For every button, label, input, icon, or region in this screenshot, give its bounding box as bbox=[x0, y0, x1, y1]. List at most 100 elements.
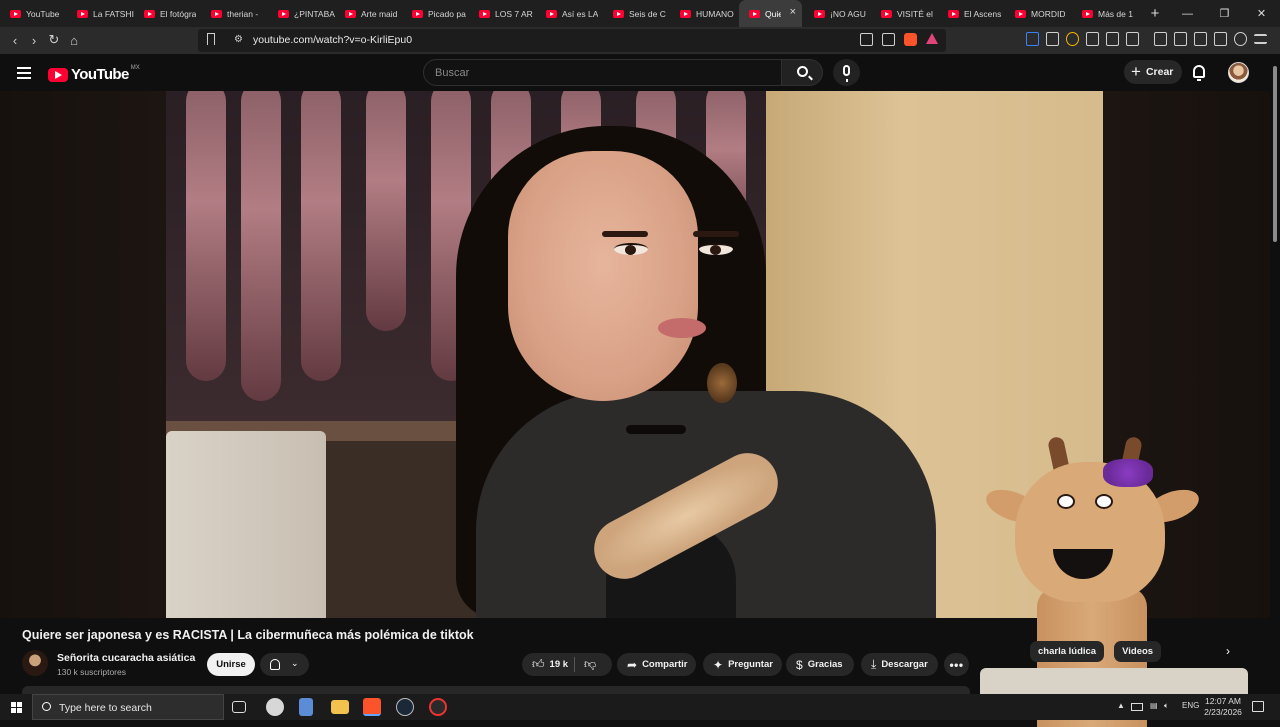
chip-videos[interactable]: Videos bbox=[1114, 640, 1162, 662]
windows-start-icon[interactable] bbox=[11, 702, 22, 713]
scrollbar-thumb[interactable] bbox=[1273, 66, 1277, 242]
download-button[interactable]: ⤓ Descargar bbox=[861, 653, 938, 676]
home-icon[interactable]: ⌂ bbox=[65, 31, 83, 49]
browser-tab[interactable]: Así es LA bbox=[536, 0, 603, 27]
browser-tab[interactable]: VISITÉ el bbox=[871, 0, 938, 27]
extensions-icon[interactable] bbox=[1086, 32, 1099, 46]
browser-tab[interactable]: HUMANO bbox=[670, 0, 737, 27]
tab-label: La FATSHI bbox=[93, 8, 134, 19]
reload-icon[interactable]: ↻ bbox=[45, 31, 63, 49]
tab-label: Picado pa bbox=[428, 8, 466, 19]
channel-avatar[interactable] bbox=[22, 650, 48, 676]
file-explorer-icon[interactable] bbox=[331, 700, 349, 714]
notification-center-icon[interactable] bbox=[1252, 701, 1264, 712]
network-icon[interactable]: ▤ bbox=[1150, 701, 1158, 710]
taskbar-search-input[interactable]: Type here to search bbox=[32, 694, 224, 720]
clock-date: 2/23/2026 bbox=[1204, 707, 1242, 717]
minimize-icon[interactable]: — bbox=[1169, 0, 1206, 27]
share-icon[interactable] bbox=[882, 33, 895, 46]
media-icon[interactable] bbox=[1154, 32, 1167, 46]
browser-tab[interactable]: therian - bbox=[201, 0, 268, 27]
tab-label: Quie bbox=[765, 8, 781, 19]
ask-button[interactable]: ✦ Preguntar bbox=[703, 653, 782, 676]
steam-icon[interactable] bbox=[396, 698, 414, 716]
notification-preferences-button[interactable]: ⌄ bbox=[260, 653, 309, 676]
chip-charla[interactable]: charla lúdica bbox=[1030, 640, 1105, 662]
browser-tab[interactable]: Arte maid bbox=[335, 0, 402, 27]
thanks-button[interactable]: $ Gracias bbox=[786, 653, 854, 676]
system-clock[interactable]: 12:07 AM 2/23/2026 bbox=[1200, 696, 1246, 718]
close-tab-icon[interactable]: × bbox=[790, 7, 796, 18]
browser-tab[interactable]: La FATSHI bbox=[67, 0, 134, 27]
account-avatar[interactable] bbox=[1228, 62, 1249, 83]
screenshot-icon[interactable] bbox=[1106, 32, 1119, 46]
browser-tab[interactable]: YouTube bbox=[0, 0, 67, 27]
browser-tab[interactable]: ¿PINTABA bbox=[268, 0, 335, 27]
browser-tab[interactable]: El fotógra bbox=[134, 0, 201, 27]
language-indicator[interactable]: ENG bbox=[1182, 701, 1199, 710]
thumbs-up-icon[interactable]: 👍︎ bbox=[532, 657, 545, 672]
app-icon[interactable] bbox=[429, 698, 447, 716]
downloads-icon[interactable] bbox=[1126, 32, 1139, 46]
description-box[interactable] bbox=[22, 686, 970, 694]
back-icon[interactable]: ‹ bbox=[6, 31, 24, 49]
voice-search-button[interactable] bbox=[833, 59, 860, 86]
browser-tab[interactable]: Seis de C bbox=[603, 0, 670, 27]
browser-tab-active[interactable]: Quie × bbox=[739, 0, 802, 27]
search-input[interactable]: Buscar bbox=[423, 59, 782, 86]
share-button[interactable]: ➦ Compartir bbox=[617, 653, 696, 676]
browser-tab[interactable]: LOS 7 AR bbox=[469, 0, 536, 27]
brave-browser-icon[interactable] bbox=[363, 698, 381, 716]
translate-extension-icon[interactable] bbox=[1026, 32, 1039, 46]
extension-icon[interactable] bbox=[1046, 32, 1059, 46]
chair bbox=[166, 431, 326, 618]
search-icon bbox=[42, 702, 51, 711]
battery-icon[interactable] bbox=[1131, 703, 1143, 711]
new-tab-button[interactable]: + bbox=[1145, 5, 1165, 22]
join-button[interactable]: Unirse bbox=[207, 653, 255, 676]
vpn-icon[interactable] bbox=[1234, 32, 1247, 46]
copilot-icon[interactable] bbox=[266, 698, 284, 716]
create-button[interactable]: + Crear bbox=[1124, 60, 1182, 84]
sidebar-icon[interactable] bbox=[1174, 32, 1187, 46]
youtube-favicon-icon bbox=[10, 9, 21, 18]
close-window-icon[interactable]: ✕ bbox=[1243, 0, 1280, 27]
hamburger-menu-icon[interactable] bbox=[17, 67, 31, 79]
tray-icons[interactable]: ▲ bbox=[1117, 701, 1125, 710]
browser-tab[interactable]: Más de 1 bbox=[1072, 0, 1139, 27]
chevron-right-icon[interactable]: › bbox=[1226, 644, 1230, 658]
bookmark-icon[interactable] bbox=[207, 33, 215, 45]
search-button[interactable] bbox=[781, 59, 823, 86]
related-video-thumbnail[interactable] bbox=[980, 668, 1248, 696]
chrome-extension-icon[interactable] bbox=[1066, 32, 1079, 46]
wallet-icon[interactable] bbox=[1194, 32, 1207, 46]
brave-shields-icon[interactable] bbox=[904, 33, 917, 46]
video-title: Quiere ser japonesa y es RACISTA | La ci… bbox=[22, 628, 474, 642]
like-dislike-button[interactable]: 👍︎ 19 k 👎︎ bbox=[522, 653, 612, 676]
thumbs-down-icon[interactable]: 👎︎ bbox=[584, 657, 596, 672]
forward-icon[interactable]: › bbox=[25, 31, 43, 49]
tab-label: LOS 7 AR bbox=[495, 8, 533, 19]
notifications-bell-icon[interactable] bbox=[1193, 65, 1205, 81]
restore-icon[interactable]: ❐ bbox=[1206, 0, 1243, 27]
volume-icon[interactable]: 🔈︎ bbox=[1164, 701, 1169, 711]
menu-icon[interactable] bbox=[1254, 34, 1267, 44]
url-text[interactable]: youtube.com/watch?v=o-KirliEpu0 bbox=[253, 34, 412, 46]
youtube-favicon-icon bbox=[814, 9, 825, 18]
calculator-icon[interactable] bbox=[299, 698, 313, 716]
task-view-icon[interactable] bbox=[232, 701, 246, 713]
channel-name[interactable]: Señorita cucaracha asiática bbox=[57, 652, 195, 664]
site-settings-icon[interactable]: ⚙ bbox=[234, 34, 243, 45]
more-actions-button[interactable]: ••• bbox=[944, 653, 969, 676]
leo-icon[interactable] bbox=[1214, 32, 1227, 46]
address-bar[interactable]: ⚙ youtube.com/watch?v=o-KirliEpu0 bbox=[198, 29, 946, 52]
browser-tab[interactable]: MORDID bbox=[1005, 0, 1072, 27]
browser-tab[interactable]: El Ascens bbox=[938, 0, 1005, 27]
browser-tab[interactable]: Picado pa bbox=[402, 0, 469, 27]
youtube-logo[interactable]: YouTube MX bbox=[48, 65, 140, 83]
youtube-play-icon bbox=[48, 67, 68, 82]
cast-icon[interactable] bbox=[860, 33, 873, 46]
browser-tab[interactable]: ¡NO AGU bbox=[804, 0, 871, 27]
brave-rewards-icon[interactable] bbox=[926, 33, 938, 44]
page-scrollbar[interactable] bbox=[1270, 54, 1280, 694]
